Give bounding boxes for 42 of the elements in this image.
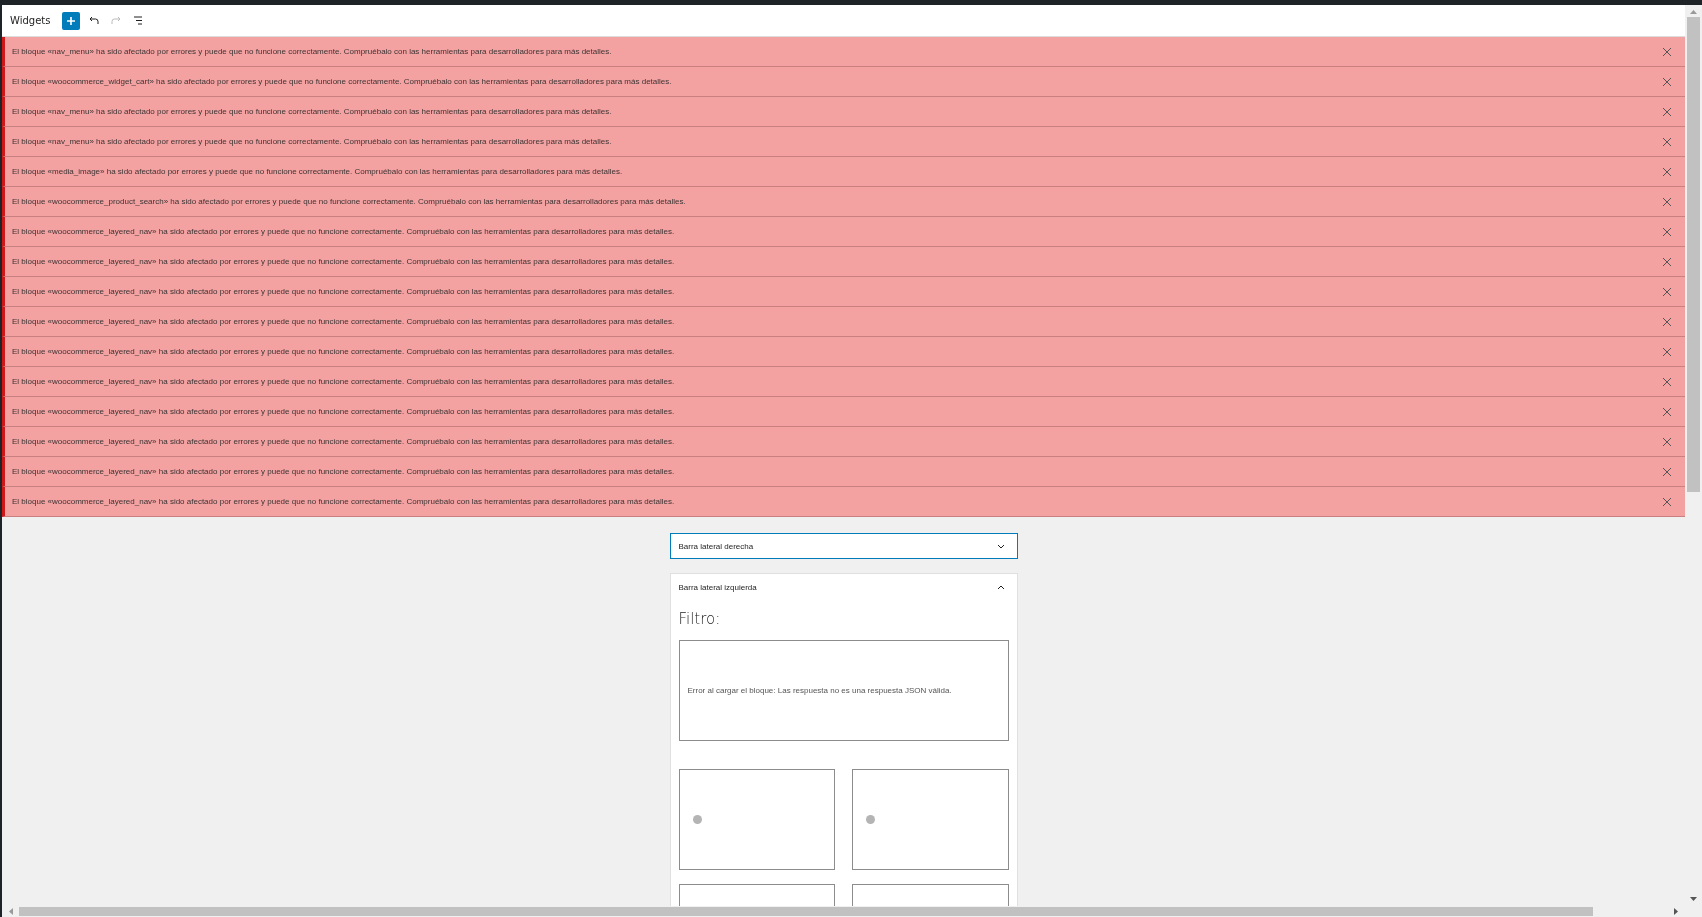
close-icon[interactable] <box>1661 105 1673 118</box>
close-icon[interactable] <box>1661 345 1673 358</box>
close-icon[interactable] <box>1661 465 1673 478</box>
notice-text: El bloque «woocommerce_layered_nav» ha sido afectado por errores y puede que no funcione correctamente. Compruébalo con las herramientas para desarrolladores para más detalles. <box>12 497 675 506</box>
close-icon[interactable] <box>1661 255 1673 268</box>
close-icon[interactable] <box>1661 315 1673 328</box>
close-icon[interactable] <box>1661 495 1673 508</box>
close-icon[interactable] <box>1661 375 1673 388</box>
notice-text: El bloque «woocommerce_widget_cart» ha sido afectado por errores y puede que no funcione correctamente. Compruébalo con las herramientas para desarrolladores para más detalles. <box>12 77 672 86</box>
notice-text: El bloque «woocommerce_layered_nav» ha sido afectado por errores y puede que no funcione correctamente. Compruébalo con las herramientas para desarrolladores para más detalles. <box>12 317 675 326</box>
close-icon[interactable] <box>1661 135 1673 148</box>
notice-text: El bloque «woocommerce_layered_nav» ha sido afectado por errores y puede que no funcione correctamente. Compruébalo con las herramientas para desarrolladores para más detalles. <box>12 347 675 356</box>
widget-heading: Filtro: <box>678 610 722 628</box>
close-icon[interactable] <box>1661 75 1673 88</box>
chevron-up-icon[interactable] <box>996 584 1005 590</box>
notice-text: El bloque «woocommerce_layered_nav» ha sido afectado por errores y puede que no funcione correctamente. Compruébalo con las herramientas para desarrolladores para más detalles. <box>12 227 675 236</box>
notice-text: El bloque «nav_menu» ha sido afectado por errores y puede que no funcione correctamente. Compruébalo con las herramientas para desarrolladores para más detalles. <box>12 107 612 116</box>
notice-text: El bloque «woocommerce_layered_nav» ha sido afectado por errores y puede que no funcione correctamente. Compruébalo con las herramientas para desarrolladores para más detalles. <box>12 287 675 296</box>
close-icon[interactable] <box>1661 195 1673 208</box>
add-block-button[interactable] <box>62 11 81 30</box>
spinner-icon <box>692 815 702 824</box>
close-icon[interactable] <box>1661 165 1673 178</box>
widget-area-header[interactable]: Barra lateral derecha <box>669 533 1018 559</box>
error-text: Error al cargar el bloque: Las respuesta no es una respuesta JSON válida. <box>687 686 952 695</box>
notice-text: El bloque «woocommerce_layered_nav» ha sido afectado por errores y puede que no funcione correctamente. Compruébalo con las herramientas para desarrolladores para más detalles. <box>12 257 675 266</box>
close-icon[interactable] <box>1661 285 1673 298</box>
page-title: Widgets <box>10 15 51 26</box>
notice-text: El bloque «woocommerce_layered_nav» ha sido afectado por errores y puede que no funcione correctamente. Compruébalo con las herramientas para desarrolladores para más detalles. <box>12 377 675 386</box>
chevron-down-icon[interactable] <box>996 543 1005 549</box>
close-icon[interactable] <box>1661 45 1673 58</box>
notice-text: El bloque «woocommerce_layered_nav» ha sido afectado por errores y puede que no funcione correctamente. Compruébalo con las herramientas para desarrolladores para más detalles. <box>12 437 675 446</box>
plus-icon <box>66 15 77 26</box>
notice-text: El bloque «woocommerce_layered_nav» ha sido afectado por errores y puede que no funcione correctamente. Compruébalo con las herramientas para desarrolladores para más detalles. <box>12 407 675 416</box>
notice-text: El bloque «woocommerce_layered_nav» ha sido afectado por errores y puede que no funcione correctamente. Compruébalo con las herramientas para desarrolladores para más detalles. <box>12 467 675 476</box>
close-icon[interactable] <box>1661 435 1673 448</box>
close-icon[interactable] <box>1661 225 1673 238</box>
spinner-icon <box>866 815 875 824</box>
notice-text: El bloque «nav_menu» ha sido afectado por errores y puede que no funcione correctamente. Compruébalo con las herramientas para desarrolladores para más detalles. <box>12 47 612 56</box>
notice-text: El bloque «woocommerce_product_search» ha sido afectado por errores y puede que no funcione correctamente. Compruébalo con las herramientas para desarrolladores para más detalles. <box>12 197 686 206</box>
notice-text: El bloque «nav_menu» ha sido afectado por errores y puede que no funcione correctamente. Compruébalo con las herramientas para desarrolladores para más detalles. <box>12 137 612 146</box>
notice-text: El bloque «media_image» ha sido afectado por errores y puede que no funcione correctamente. Compruébalo con las herramientas para desarrolladores para más detalles. <box>12 167 623 176</box>
close-icon[interactable] <box>1661 405 1673 418</box>
